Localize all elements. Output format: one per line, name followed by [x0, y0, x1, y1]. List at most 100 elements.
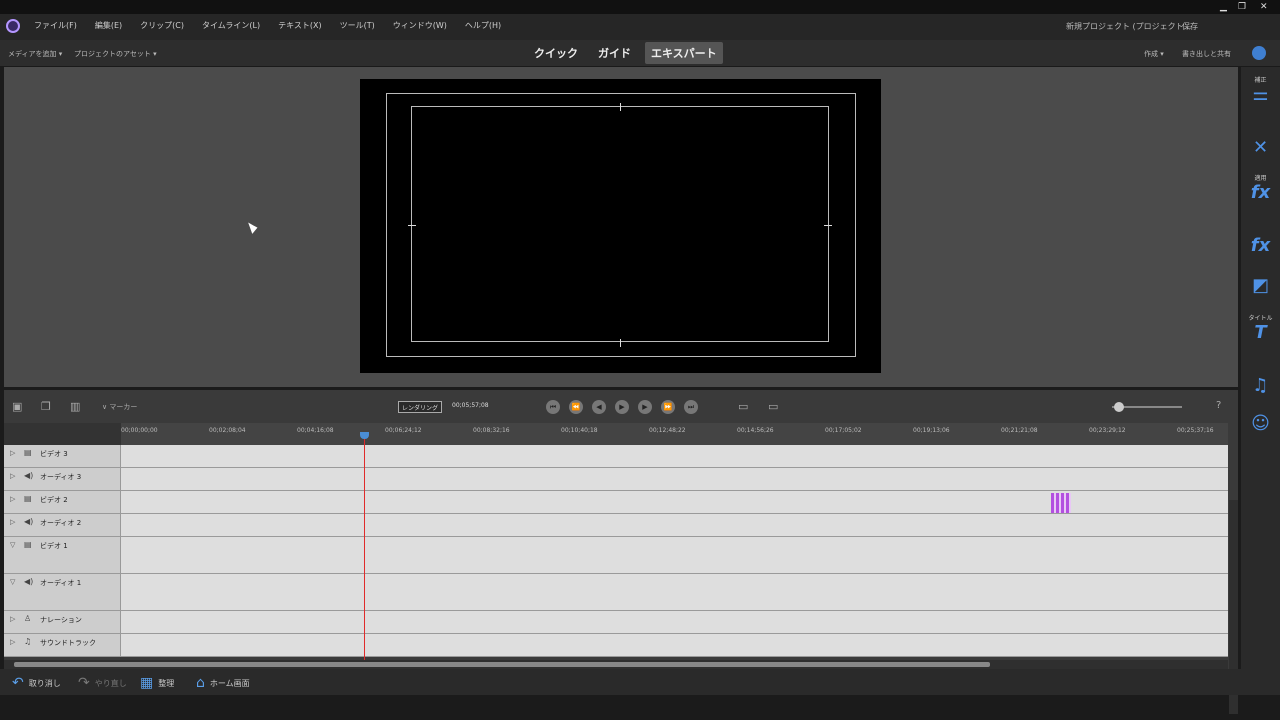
track-lane[interactable]: [121, 574, 1228, 610]
redo-label: やり直し: [94, 678, 127, 688]
create-dropdown[interactable]: 作成 ▾: [1144, 49, 1164, 59]
expand-icon[interactable]: ▷: [10, 518, 15, 526]
tab-expert[interactable]: エキスパート: [645, 42, 723, 64]
menu-help[interactable]: ヘルプ(H): [465, 20, 501, 31]
menu-file[interactable]: ファイル(F): [34, 20, 77, 31]
export-share-button[interactable]: 書き出しと共有: [1182, 49, 1231, 59]
right-panel: 補正 ⚌ ✕ 適用 fx fx ◩ タイトル T ♫ ☺: [1241, 67, 1280, 669]
graphics-button[interactable]: ☺: [1241, 413, 1280, 434]
expand-icon[interactable]: ▷: [10, 495, 15, 503]
home-button[interactable]: ⌂ ホーム画面: [196, 675, 250, 691]
track-lane[interactable]: [121, 537, 1228, 573]
fullscreen-icon[interactable]: ▭: [738, 400, 752, 413]
transitions-button[interactable]: ◩: [1241, 275, 1280, 296]
titles-button[interactable]: タイトル T: [1241, 313, 1280, 343]
marker-label: マーカー: [109, 403, 138, 411]
fast-forward-icon[interactable]: ⏩: [661, 400, 675, 414]
expand-icon[interactable]: ▷: [10, 615, 15, 623]
menu-window[interactable]: ウィンドウ(W): [393, 20, 447, 31]
add-media-icon[interactable]: ▣: [12, 400, 26, 413]
monitor-icon[interactable]: ▭: [768, 400, 782, 413]
applied-effects-button[interactable]: 適用 fx: [1241, 173, 1280, 203]
track-name: オーディオ 2: [40, 519, 82, 527]
go-to-start-icon[interactable]: ⏮: [546, 400, 560, 414]
applied-label: 適用: [1254, 175, 1267, 182]
transport-controls: ⏮ ⏪ ◀ ▶ ▶ ⏩ ⏭: [546, 400, 698, 414]
tools-panel-button[interactable]: ✕: [1241, 137, 1280, 158]
tab-guided[interactable]: ガイド: [592, 42, 637, 64]
undo-button[interactable]: ↶ 取り消し: [12, 675, 61, 691]
time-ruler[interactable]: 00;00;00;00 00;02;08;04 00;04;16;08 00;0…: [121, 423, 1228, 445]
music-button[interactable]: ♫: [1241, 375, 1280, 396]
playhead-handle[interactable]: [360, 432, 369, 439]
scrollbar-thumb[interactable]: [14, 662, 990, 667]
add-media-dropdown[interactable]: メディアを追加 ▾: [8, 49, 62, 59]
organizer-button[interactable]: ▦ 整理: [140, 675, 174, 691]
horizontal-scrollbar[interactable]: [4, 660, 1228, 669]
ruler-label: 00;21;21;08: [1001, 427, 1038, 434]
track-name: ビデオ 1: [40, 542, 68, 550]
mode-toolbar: メディアを追加 ▾ プロジェクトのアセット ▾ クイック ガイド エキスパート …: [0, 40, 1280, 67]
track-video-1[interactable]: ▽ ▤ ビデオ 1: [4, 537, 1228, 574]
help-icon[interactable]: ?: [1216, 400, 1230, 412]
step-forward-icon[interactable]: ▶: [638, 400, 652, 414]
track-lane[interactable]: [121, 611, 1228, 633]
track-lane[interactable]: [121, 634, 1228, 656]
rewind-icon[interactable]: ⏪: [569, 400, 583, 414]
trash-icon[interactable]: ▥: [70, 400, 84, 413]
expand-icon[interactable]: ▷: [10, 472, 15, 480]
expand-icon[interactable]: ▷: [10, 449, 15, 457]
track-video-2[interactable]: ▷ ▤ ビデオ 2: [4, 491, 1228, 514]
document-title[interactable]: 新規プロジェクト (プロジェクト...: [1066, 21, 1191, 32]
menu-timeline[interactable]: タイムライン(L): [202, 20, 260, 31]
play-icon[interactable]: ▶: [615, 400, 629, 414]
organizer-icon: ▦: [140, 675, 154, 691]
track-audio-3[interactable]: ▷ ◀) オーディオ 3: [4, 468, 1228, 491]
titles-icon: T: [1254, 322, 1267, 343]
track-lane[interactable]: [121, 468, 1228, 490]
menu-tools[interactable]: ツール(T): [340, 20, 375, 31]
go-to-end-icon[interactable]: ⏭: [684, 400, 698, 414]
playhead-line: [364, 432, 365, 660]
ruler-label: 00;00;00;00: [121, 427, 158, 434]
track-soundtrack[interactable]: ▷ ♫ サウンドトラック: [4, 634, 1228, 657]
safe-mark: [620, 103, 621, 111]
speaker-icon: ◀): [24, 577, 34, 586]
preview-screen[interactable]: [360, 79, 881, 373]
track-narration[interactable]: ▷ ♙ ナレーション: [4, 611, 1228, 634]
tools-icon: ✕: [1252, 137, 1269, 158]
save-button[interactable]: 保存: [1182, 21, 1198, 32]
expand-icon[interactable]: ▷: [10, 638, 15, 646]
graphics-icon: ☺: [1251, 413, 1270, 434]
copy-icon[interactable]: ❐: [41, 400, 55, 413]
collapse-icon[interactable]: ▽: [10, 541, 15, 549]
project-assets-dropdown[interactable]: プロジェクトのアセット ▾: [74, 49, 157, 59]
track-audio-2[interactable]: ▷ ◀) オーディオ 2: [4, 514, 1228, 537]
redo-button[interactable]: ↷ やり直し: [78, 675, 127, 691]
menu-clip[interactable]: クリップ(C): [140, 20, 184, 31]
close-icon[interactable]: ✕: [1260, 2, 1268, 12]
step-back-icon[interactable]: ◀: [592, 400, 606, 414]
track-header-strip: [4, 423, 121, 445]
menu-edit[interactable]: 編集(E): [95, 20, 122, 31]
menu-text[interactable]: テキスト(X): [278, 20, 321, 31]
zoom-slider-thumb[interactable]: [1114, 402, 1124, 412]
maximize-icon[interactable]: ❐: [1238, 2, 1246, 12]
render-button[interactable]: レンダリング: [398, 401, 443, 413]
track-header: ▷ ♫ サウンドトラック: [4, 634, 121, 656]
track-video-3[interactable]: ▷ ▤ ビデオ 3: [4, 445, 1228, 468]
gear-icon[interactable]: [1252, 46, 1266, 60]
effects-button[interactable]: fx: [1241, 235, 1280, 256]
media-clip[interactable]: [1051, 493, 1071, 513]
undo-icon: ↶: [12, 675, 24, 691]
marker-dropdown[interactable]: ∨ マーカー: [102, 402, 162, 414]
track-lane[interactable]: [121, 445, 1228, 467]
ruler-label: 00;25;37;16: [1177, 427, 1214, 434]
collapse-icon[interactable]: ▽: [10, 578, 15, 586]
adjust-panel-button[interactable]: 補正 ⚌: [1241, 75, 1280, 105]
track-lane[interactable]: [121, 514, 1228, 536]
tab-quick[interactable]: クイック: [528, 42, 584, 64]
track-audio-1[interactable]: ▽ ◀) オーディオ 1: [4, 574, 1228, 611]
minimize-icon[interactable]: ▁: [1220, 2, 1227, 12]
timecode-display[interactable]: 00;05;57;08: [452, 402, 489, 409]
